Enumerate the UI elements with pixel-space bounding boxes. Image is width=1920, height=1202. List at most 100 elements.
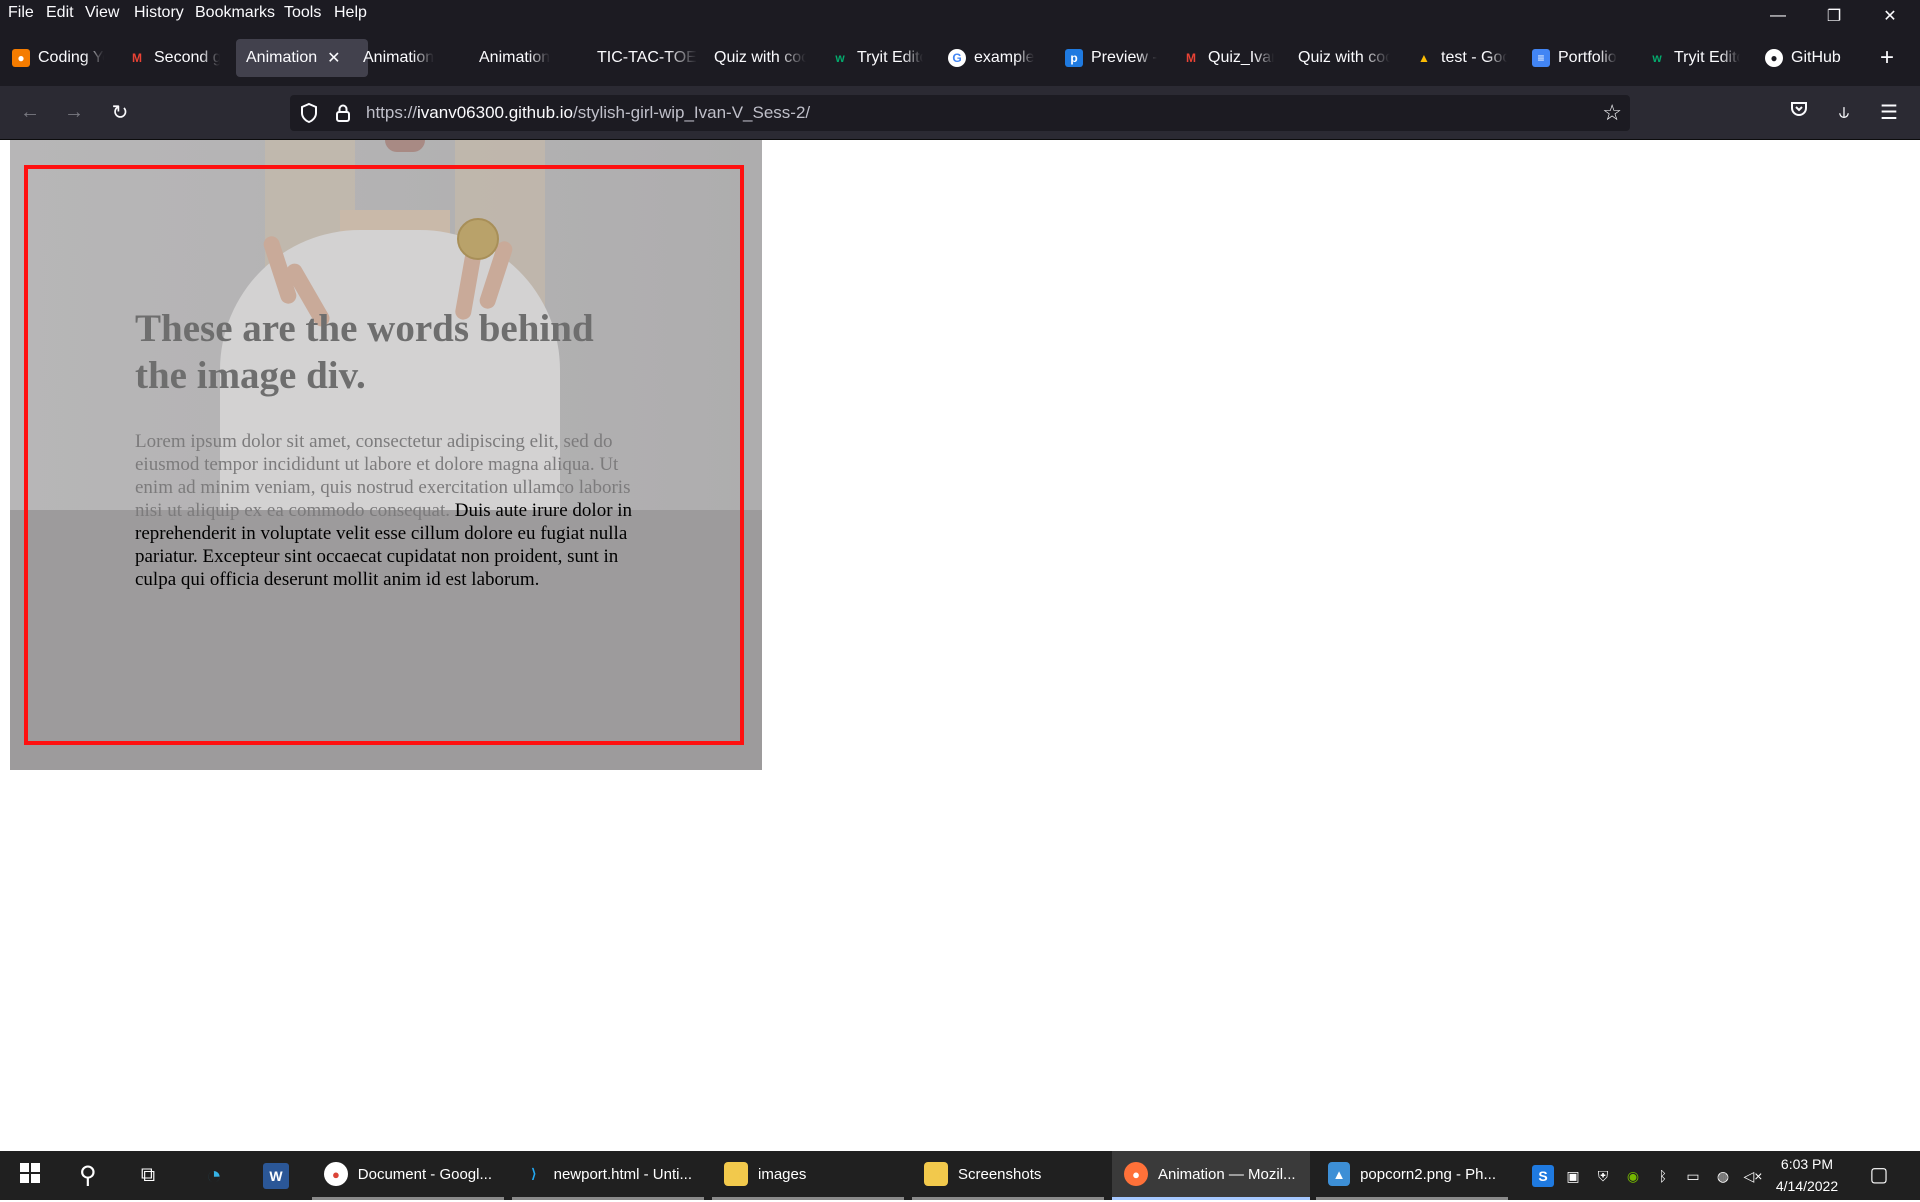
tab-label: Quiz_Ivan	[1208, 49, 1274, 66]
coding-icon: ●	[12, 49, 30, 67]
url-path: /stylish-girl-wip_Ivan-V_Sess-2/	[573, 103, 811, 122]
menu-bar: File Edit View History Bookmarks Tools H…	[0, 0, 1920, 26]
tab-strip: ● Coding Ye M Second g Animation ✕ Anima…	[0, 26, 1920, 86]
taskbar-app-vscode[interactable]: ⟩ newport.html - Unti...	[512, 1151, 704, 1200]
menu-history[interactable]: History	[132, 2, 186, 24]
task-view-icon: ⧉	[140, 1164, 156, 1186]
gmail-icon: M	[1186, 51, 1196, 65]
url-bar[interactable]: https://ivanv06300.github.io/stylish-gir…	[290, 95, 1630, 131]
tab-coding[interactable]: ● Coding Ye	[12, 39, 104, 77]
tab-quiz-ivan[interactable]: M Quiz_Ivan	[1182, 39, 1274, 77]
menu-tools[interactable]: Tools	[282, 2, 323, 24]
tab-animation-3[interactable]: Animation	[479, 39, 579, 77]
taskbar: ⚲ ⧉ ◔ W ● Document - Googl... ⟩ newport.…	[0, 1151, 1920, 1200]
taskbar-app-label: newport.html - Unti...	[553, 1165, 692, 1183]
drive-icon: ▲	[1418, 51, 1430, 65]
tab-label: Preview -	[1091, 49, 1157, 66]
reload-icon: ↻	[111, 101, 129, 124]
extension-icon: ⫝	[1838, 101, 1850, 122]
task-view-button[interactable]: ⧉	[124, 1151, 172, 1200]
tab-animation-active[interactable]: Animation ✕	[236, 39, 368, 77]
tab-label: Animation	[246, 49, 318, 66]
tab-tic-tac-toe[interactable]: TIC-TAC-TOE	[597, 39, 707, 77]
edge-icon: ◔	[206, 1160, 222, 1190]
security-shield-icon[interactable]: ⛨	[1592, 1165, 1614, 1187]
app-menu-button[interactable]: ☰	[1873, 96, 1905, 128]
tab-tryit-1[interactable]: w Tryit Edito	[831, 39, 923, 77]
p-icon: p	[1065, 49, 1083, 67]
tab-label: Quiz with coc	[1298, 49, 1390, 66]
bluetooth-icon[interactable]: ᛒ	[1652, 1165, 1674, 1187]
chrome-icon: ●	[324, 1162, 348, 1186]
edge-button[interactable]: ◔	[190, 1151, 238, 1200]
tab-label: Tryit Edito	[1674, 49, 1740, 66]
tab-label: Coding Ye	[38, 49, 104, 66]
url-text[interactable]: https://ivanv06300.github.io/stylish-gir…	[366, 95, 810, 131]
new-tab-button[interactable]: +	[1880, 39, 1910, 77]
lock-icon[interactable]	[332, 102, 354, 124]
menu-edit[interactable]: Edit	[44, 2, 76, 24]
menu-view[interactable]: View	[83, 2, 121, 24]
photos-icon: ▲	[1328, 1162, 1351, 1186]
tab-portfolio[interactable]: ≡ Portfolio	[1532, 39, 1624, 77]
pocket-button[interactable]	[1783, 96, 1815, 128]
extensions-button[interactable]: ⫝	[1828, 96, 1860, 128]
close-tab-icon[interactable]: ✕	[327, 48, 340, 68]
arrow-left-icon: ←	[20, 100, 40, 123]
tab-label: Second g	[154, 49, 220, 66]
taskbar-app-label: Document - Googl...	[357, 1165, 492, 1183]
hamburger-menu-icon: ☰	[1880, 101, 1898, 124]
tab-tryit-2[interactable]: w Tryit Edito	[1648, 39, 1740, 77]
network-globe-icon[interactable]: ◍	[1712, 1165, 1734, 1187]
taskbar-app-screenshots[interactable]: ■ Screenshots	[912, 1151, 1104, 1200]
system-clock[interactable]: 6:03 PM 4/14/2022	[1762, 1151, 1852, 1202]
word-button[interactable]: W	[252, 1151, 300, 1200]
tab-quiz-1[interactable]: Quiz with coc	[714, 39, 806, 77]
notifications-icon[interactable]: ▢	[1868, 1163, 1890, 1186]
star-icon[interactable]: ☆	[1602, 100, 1622, 126]
vscode-icon: ⟩	[531, 1166, 537, 1181]
nvidia-icon[interactable]: ◉	[1622, 1165, 1644, 1187]
minimize-icon: —	[1770, 7, 1786, 24]
tab-animation-2[interactable]: Animation	[363, 39, 463, 77]
volume-muted-icon[interactable]: ◁×	[1742, 1165, 1764, 1187]
pocket-icon	[1789, 99, 1809, 125]
navigation-bar: ← → ↻ https://ivanv06300.github.io/styli…	[0, 86, 1920, 140]
taskbar-app-images[interactable]: ■ images	[712, 1151, 904, 1200]
taskbar-app-chrome[interactable]: ● Document - Googl...	[312, 1151, 504, 1200]
taskbar-app-photos[interactable]: ▲ popcorn2.png - Ph...	[1316, 1151, 1508, 1200]
shield-icon[interactable]	[298, 102, 320, 124]
search-icon: ⚲	[79, 1162, 97, 1189]
monitor-icon[interactable]: ▣	[1562, 1165, 1584, 1187]
tab-label: GitHub	[1791, 49, 1841, 66]
w3schools-icon: w	[1652, 51, 1662, 65]
tab-second[interactable]: M Second g	[128, 39, 220, 77]
github-icon: ●	[1765, 49, 1783, 67]
tab-github[interactable]: ● GitHub	[1765, 39, 1865, 77]
close-icon: ✕	[1883, 8, 1897, 25]
forward-button[interactable]: →	[58, 96, 90, 128]
skype-icon[interactable]: S	[1532, 1165, 1554, 1187]
tab-quiz-2[interactable]: Quiz with coc	[1298, 39, 1390, 77]
folder-icon: ■	[724, 1162, 748, 1186]
reload-button[interactable]: ↻	[104, 96, 136, 128]
w3schools-icon: w	[835, 51, 845, 65]
tab-label: test - Goo	[1441, 49, 1507, 66]
back-button[interactable]: ←	[14, 96, 46, 128]
plus-icon: +	[1880, 44, 1895, 71]
start-button[interactable]	[6, 1151, 54, 1200]
tab-preview[interactable]: p Preview -	[1065, 39, 1157, 77]
taskbar-app-firefox[interactable]: ● Animation — Mozil...	[1112, 1151, 1310, 1200]
web-page: These are the words behind the image div…	[0, 140, 1920, 1151]
taskbar-app-label: images	[758, 1165, 807, 1183]
tab-test[interactable]: ▲ test - Goo	[1415, 39, 1507, 77]
tab-label: TIC-TAC-TOE	[597, 49, 697, 66]
taskbar-app-label: popcorn2.png - Ph...	[1360, 1165, 1496, 1183]
battery-icon[interactable]: ▭	[1682, 1165, 1704, 1187]
tab-example[interactable]: G example	[948, 39, 1040, 77]
search-button[interactable]: ⚲	[64, 1151, 112, 1200]
tab-label: example	[974, 49, 1035, 66]
menu-file[interactable]: File	[6, 2, 36, 24]
menu-help[interactable]: Help	[332, 2, 369, 24]
menu-bookmarks[interactable]: Bookmarks	[193, 2, 277, 24]
